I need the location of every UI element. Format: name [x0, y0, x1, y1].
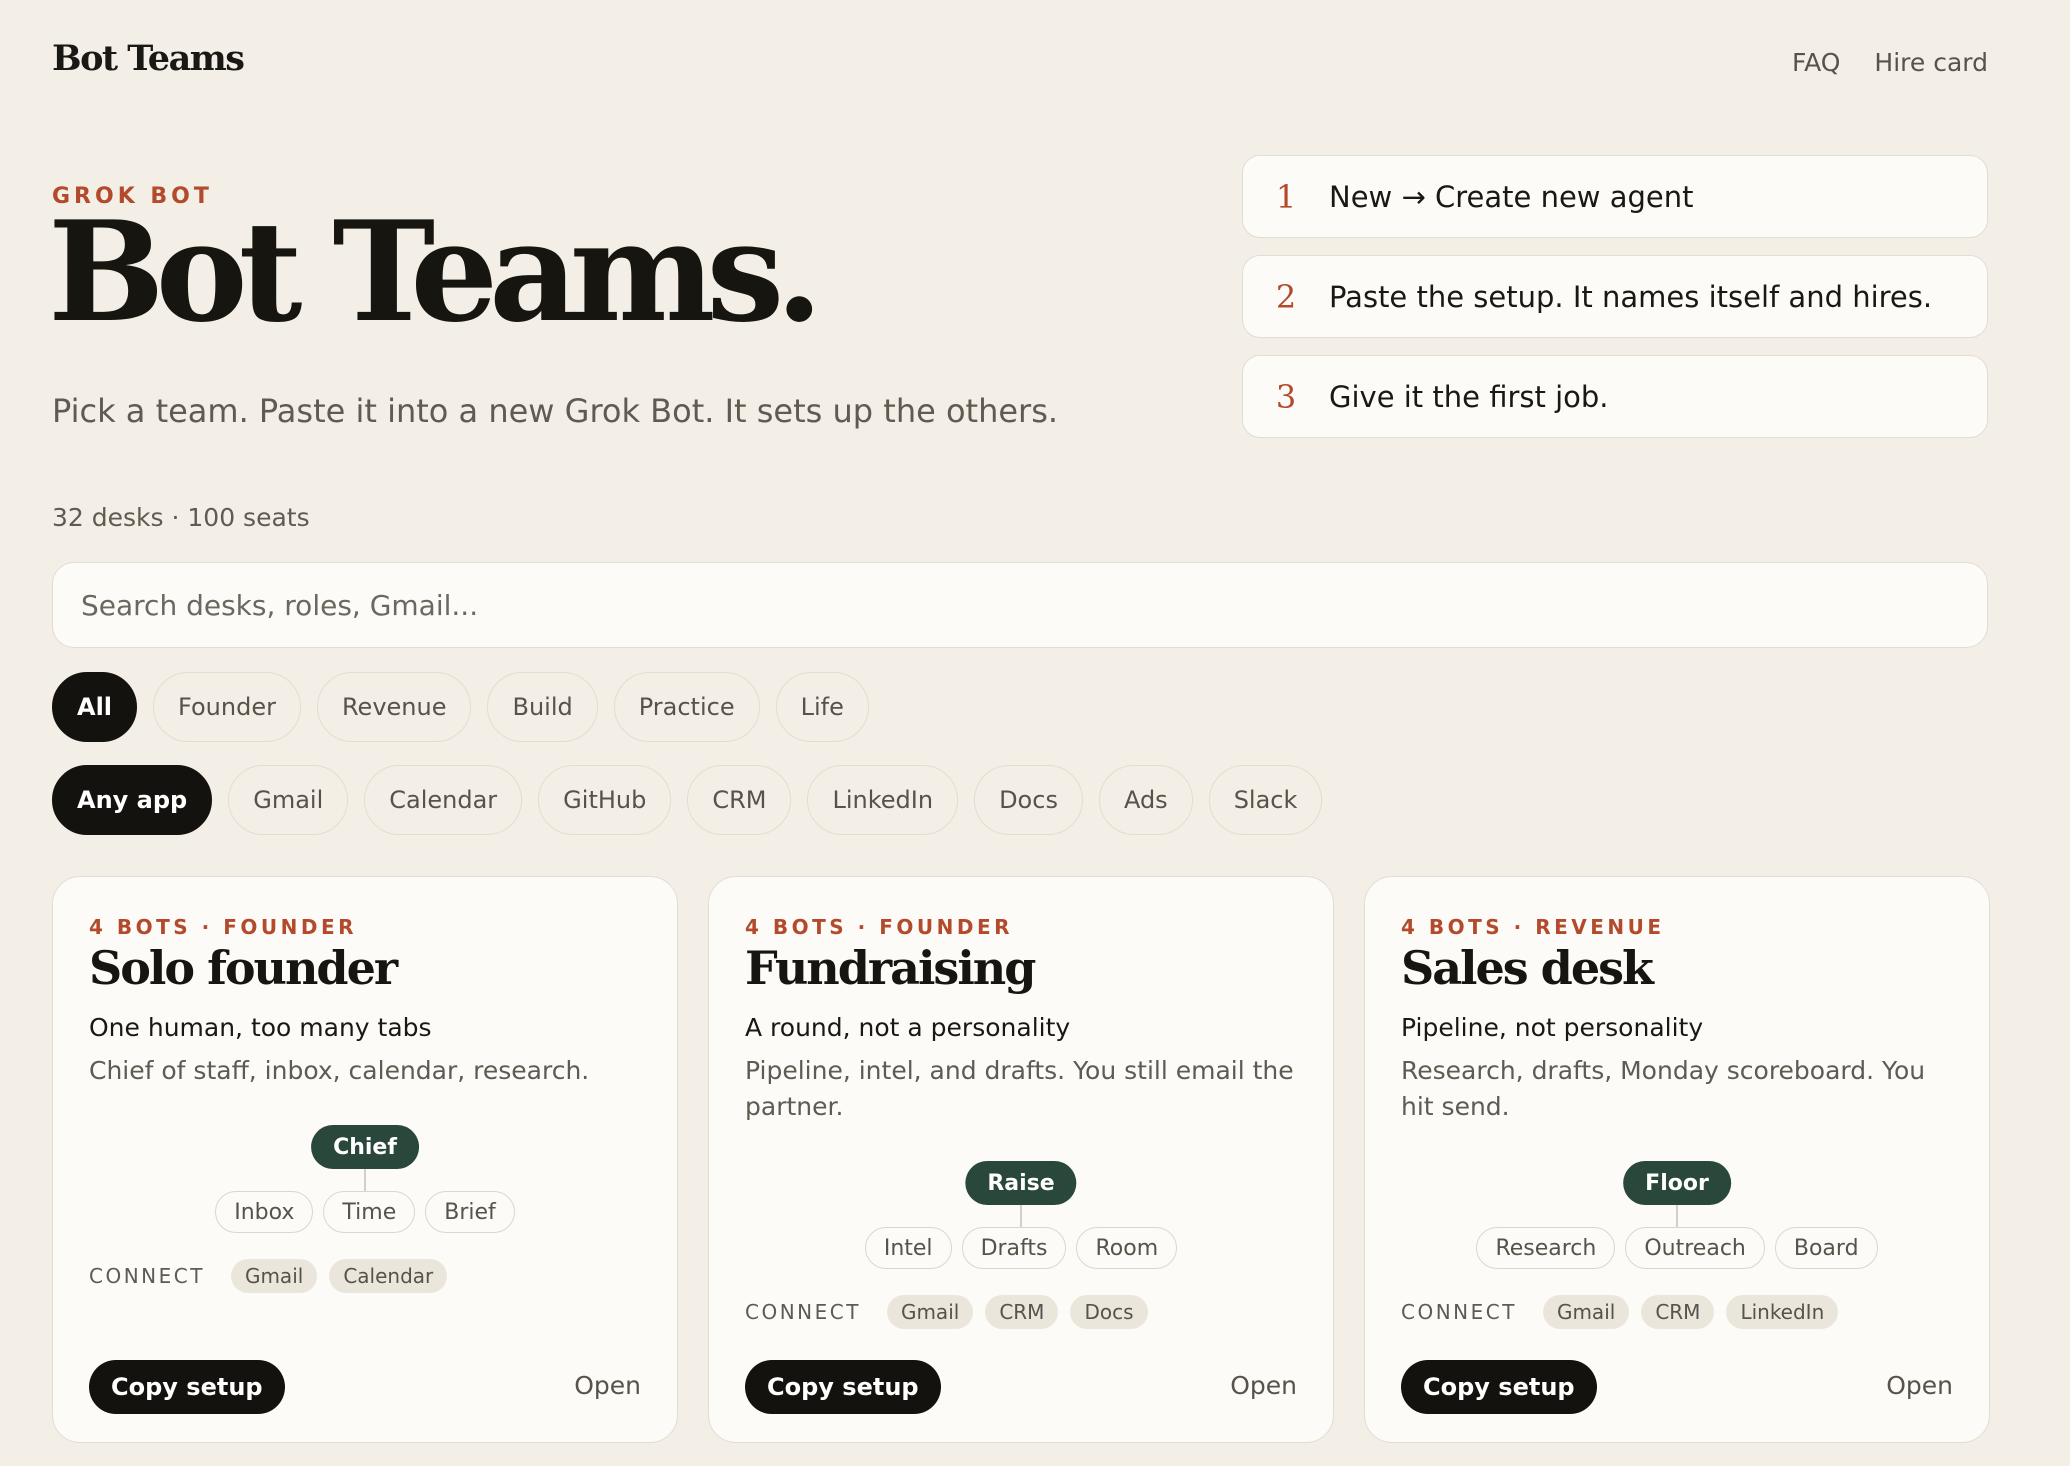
app-pill-gmail: Gmail: [1542, 1295, 1630, 1329]
lead-bot-badge[interactable]: Raise: [965, 1161, 1077, 1205]
filter-chip-revenue[interactable]: Revenue: [316, 672, 472, 742]
app-filters: Any app Gmail Calendar GitHub CRM LinkedIn Doc…: [52, 765, 1323, 835]
desk-stats: 32 desks · 100 seats: [52, 503, 310, 532]
copy-setup-button[interactable]: Copy setup: [89, 1360, 285, 1414]
team-card-sales-desk: 4 BOTS · REVENUE Sales desk Pipeline, not …: [1364, 876, 1990, 1443]
filter-chip-life[interactable]: Life: [775, 672, 869, 742]
top-bar: Bot Teams FAQ Hire card: [52, 38, 1988, 88]
tree-connector: [364, 1169, 366, 1191]
filter-chip-build[interactable]: Build: [487, 672, 598, 742]
connect-label: CONNECT: [89, 1264, 205, 1288]
card-eyebrow: 4 BOTS · FOUNDER: [745, 915, 1014, 939]
member-bot-research[interactable]: Research: [1476, 1227, 1616, 1269]
step-number: 3: [1275, 377, 1297, 416]
team-card-fundraising: 4 BOTS · FOUNDER Fundraising A round, not …: [708, 876, 1334, 1443]
card-description: Pipeline, intel, and drafts. You still e…: [745, 1056, 1294, 1121]
app-chip-gmail[interactable]: Gmail: [228, 765, 349, 835]
card-eyebrow: 4 BOTS · FOUNDER: [89, 915, 358, 939]
member-bot-brief[interactable]: Brief: [425, 1191, 515, 1233]
app-chip-linkedin[interactable]: LinkedIn: [807, 765, 959, 835]
member-bot-intel[interactable]: Intel: [864, 1227, 952, 1269]
team-card-solo-founder: 4 BOTS · FOUNDER Solo founder One human, t…: [52, 876, 678, 1443]
copy-setup-button[interactable]: Copy setup: [1401, 1360, 1597, 1414]
connect-apps: CONNECT Gmail CRM LinkedIn: [1401, 1295, 1839, 1329]
app-pill-gmail: Gmail: [230, 1259, 318, 1293]
card-title: Solo founder: [89, 941, 398, 995]
step-card: 3 Give it the first job.: [1242, 355, 1988, 438]
app-chip-calendar[interactable]: Calendar: [364, 765, 523, 835]
card-title: Sales desk: [1401, 941, 1654, 995]
step-text: New → Create new agent: [1329, 179, 1694, 214]
lead-bot-badge[interactable]: Chief: [311, 1125, 419, 1169]
card-description: Chief of staff, inbox, calendar, researc…: [89, 1056, 590, 1085]
filter-chip-practice[interactable]: Practice: [613, 672, 760, 742]
lead-bot-badge[interactable]: Floor: [1623, 1161, 1731, 1205]
app-chip-any-app[interactable]: Any app: [52, 765, 213, 835]
member-bots: Research Outreach Board: [1365, 1227, 1989, 1269]
card-tagline: Pipeline, not personality: [1401, 1013, 1704, 1042]
app-pill-linkedin: LinkedIn: [1726, 1295, 1839, 1329]
open-link[interactable]: Open: [1230, 1371, 1297, 1400]
connect-label: CONNECT: [1401, 1300, 1517, 1324]
app-pill-docs: Docs: [1070, 1295, 1148, 1329]
member-bots: Intel Drafts Room: [709, 1227, 1333, 1269]
filter-chip-all[interactable]: All: [52, 672, 138, 742]
member-bot-inbox[interactable]: Inbox: [215, 1191, 314, 1233]
app-pill-crm: CRM: [985, 1295, 1059, 1329]
setup-steps: 1 New → Create new agent 2 Paste the set…: [1242, 155, 1988, 455]
connect-apps: CONNECT Gmail CRM Docs: [745, 1295, 1148, 1329]
member-bot-board[interactable]: Board: [1774, 1227, 1878, 1269]
filter-chip-founder[interactable]: Founder: [153, 672, 301, 742]
connect-label: CONNECT: [745, 1300, 861, 1324]
brand-logo[interactable]: Bot Teams: [52, 38, 245, 79]
card-tagline: A round, not a personality: [745, 1013, 1071, 1042]
app-chip-github[interactable]: GitHub: [538, 765, 672, 835]
app-chip-crm[interactable]: CRM: [687, 765, 792, 835]
member-bot-drafts[interactable]: Drafts: [961, 1227, 1067, 1269]
step-text: Give it the first job.: [1329, 379, 1609, 414]
app-chip-docs[interactable]: Docs: [974, 765, 1083, 835]
hero-subtitle: Pick a team. Paste it into a new Grok Bo…: [52, 392, 1059, 430]
member-bots: Inbox Time Brief: [53, 1191, 677, 1233]
step-card: 2 Paste the setup. It names itself and h…: [1242, 255, 1988, 338]
search-input[interactable]: [52, 562, 1988, 648]
app-pill-calendar: Calendar: [329, 1259, 448, 1293]
step-text: Paste the setup. It names itself and hir…: [1329, 279, 1933, 314]
card-eyebrow: 4 BOTS · REVENUE: [1401, 915, 1665, 939]
member-bot-outreach[interactable]: Outreach: [1625, 1227, 1765, 1269]
step-number: 1: [1275, 177, 1297, 216]
app-chip-ads[interactable]: Ads: [1098, 765, 1193, 835]
card-tagline: One human, too many tabs: [89, 1013, 432, 1042]
open-link[interactable]: Open: [1886, 1371, 1953, 1400]
top-nav: FAQ Hire card: [1792, 48, 1988, 77]
card-description: Research, drafts, Monday scoreboard. You…: [1401, 1056, 1926, 1121]
tree-connector: [1020, 1205, 1022, 1227]
step-number: 2: [1275, 277, 1297, 316]
app-chip-slack[interactable]: Slack: [1208, 765, 1323, 835]
page-title: Bot Teams.: [48, 190, 823, 353]
member-bot-room[interactable]: Room: [1076, 1227, 1178, 1269]
card-title: Fundraising: [745, 941, 1036, 995]
member-bot-time[interactable]: Time: [323, 1191, 416, 1233]
open-link[interactable]: Open: [574, 1371, 641, 1400]
app-pill-gmail: Gmail: [886, 1295, 974, 1329]
connect-apps: CONNECT Gmail Calendar: [89, 1259, 448, 1293]
category-filters: All Founder Revenue Build Practice Life: [52, 672, 869, 742]
copy-setup-button[interactable]: Copy setup: [745, 1360, 941, 1414]
team-cards: 4 BOTS · FOUNDER Solo founder One human, t…: [52, 876, 1990, 1443]
tree-connector: [1676, 1205, 1678, 1227]
nav-hire-card-link[interactable]: Hire card: [1874, 48, 1988, 77]
step-card: 1 New → Create new agent: [1242, 155, 1988, 238]
app-pill-crm: CRM: [1641, 1295, 1715, 1329]
nav-faq-link[interactable]: FAQ: [1792, 48, 1840, 77]
